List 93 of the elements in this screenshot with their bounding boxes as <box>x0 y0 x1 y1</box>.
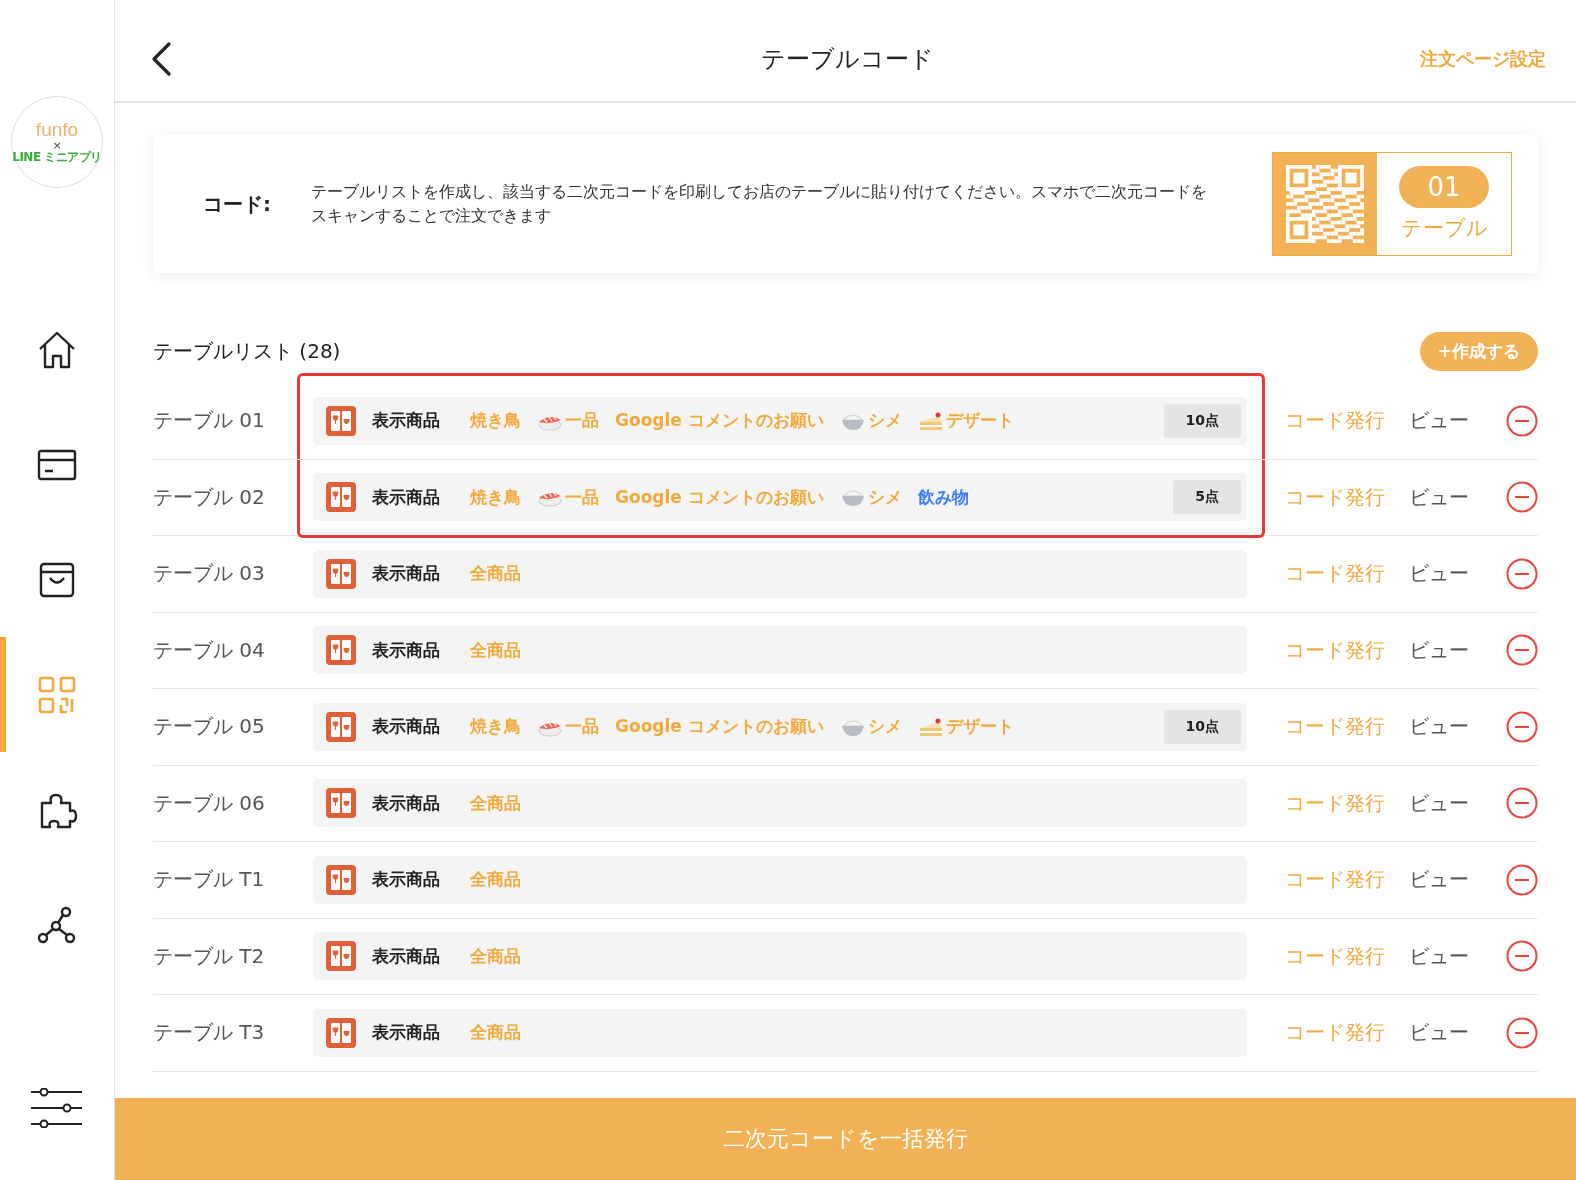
category-tag: 全商品 <box>470 944 521 968</box>
category-tag: 一品 <box>537 485 599 509</box>
products-bar[interactable]: 表示商品 焼き鳥 一品 Google コメントのお願い シメ デザート 10点 <box>313 396 1247 445</box>
remove-icon[interactable] <box>1506 634 1538 667</box>
category-tag: Google コメントのお願い <box>615 485 824 509</box>
view-link[interactable]: ビュー <box>1409 407 1469 435</box>
table-number-pill: 01 <box>1399 166 1489 208</box>
category-tag: シメ <box>839 485 902 509</box>
display-products-label: 表示商品 <box>372 944 440 968</box>
table-name: テーブル 05 <box>153 713 266 741</box>
display-products-label: 表示商品 <box>372 868 440 892</box>
display-products-label: 表示商品 <box>372 791 440 815</box>
table-name: テーブル T2 <box>153 942 266 970</box>
category-tag: 一品 <box>537 715 599 739</box>
view-link[interactable]: ビュー <box>1409 866 1469 894</box>
food-drink-icon <box>326 558 356 589</box>
display-products-label: 表示商品 <box>372 409 440 433</box>
category-tag: 焼き鳥 <box>470 409 521 433</box>
remove-icon[interactable] <box>1506 787 1538 820</box>
table-name: テーブル 06 <box>153 789 266 817</box>
page-title: テーブルコード <box>761 43 934 75</box>
table-name: テーブル T1 <box>153 866 266 894</box>
category-tag: 全商品 <box>470 791 521 815</box>
logo-partner-text: LINE ミニアプリ <box>12 151 102 165</box>
category-tag: 全商品 <box>470 638 521 662</box>
table-list-title: テーブルリスト (28) <box>153 337 341 365</box>
settings-item[interactable] <box>30 1088 84 1128</box>
category-tag: 焼き鳥 <box>470 715 521 739</box>
category-tag: 焼き鳥 <box>470 485 521 509</box>
products-bar[interactable]: 表示商品 全商品 <box>313 1008 1247 1057</box>
remove-icon[interactable] <box>1506 940 1538 973</box>
remove-icon[interactable] <box>1506 557 1538 590</box>
remove-icon[interactable] <box>1506 404 1538 437</box>
category-tag: 全商品 <box>470 1021 521 1045</box>
food-drink-icon <box>326 788 356 819</box>
remove-icon[interactable] <box>1506 1016 1538 1049</box>
category-tag: シメ <box>839 715 902 739</box>
category-tag: Google コメントのお願い <box>615 715 824 739</box>
view-link[interactable]: ビュー <box>1409 560 1469 588</box>
view-link[interactable]: ビュー <box>1409 1019 1469 1047</box>
products-bar[interactable]: 表示商品 全商品 <box>313 779 1247 828</box>
display-products-label: 表示商品 <box>372 638 440 662</box>
view-link[interactable]: ビュー <box>1409 483 1469 511</box>
view-link[interactable]: ビュー <box>1409 636 1469 664</box>
settings-icon <box>30 1088 84 1128</box>
item-count-badge: 10点 <box>1163 403 1241 438</box>
food-drink-icon <box>326 864 356 895</box>
category-tag: デザート <box>917 715 1014 739</box>
qr-code-icon <box>37 674 77 715</box>
food-drink-icon <box>326 635 356 666</box>
category-tag: Google コメントのお願い <box>615 409 824 433</box>
bag-icon <box>38 560 76 599</box>
display-products-label: 表示商品 <box>372 485 440 509</box>
products-bar[interactable]: 表示商品 全商品 <box>313 932 1247 981</box>
code-label: コード: <box>203 190 272 218</box>
view-link[interactable]: ビュー <box>1409 713 1469 741</box>
category-tag: 全商品 <box>470 868 521 892</box>
category-tag: デザート <box>917 409 1014 433</box>
table-caption: テーブル <box>1400 215 1488 242</box>
logo-brand-text: funfo <box>35 119 79 140</box>
category-tag: 一品 <box>537 409 599 433</box>
food-drink-icon <box>326 1017 356 1048</box>
products-bar[interactable]: 表示商品 全商品 <box>313 855 1247 904</box>
display-products-label: 表示商品 <box>372 562 440 586</box>
item-count-badge: 10点 <box>1163 709 1241 744</box>
category-tag: 全商品 <box>470 562 521 586</box>
code-description: テーブルリストを作成し、該当する二次元コードを印刷してお店のテーブルに貼り付けてください。スマホで二次元コードをスキャンすることで注文できます <box>311 181 1208 227</box>
qr-code-icon <box>1286 165 1364 243</box>
products-bar[interactable]: 表示商品 全商品 <box>313 626 1247 675</box>
remove-icon[interactable] <box>1506 863 1538 896</box>
table-name: テーブル 03 <box>153 560 266 588</box>
card-icon <box>37 447 77 482</box>
remove-icon[interactable] <box>1506 710 1538 743</box>
item-count-badge: 5点 <box>1173 480 1241 515</box>
food-drink-icon <box>326 482 356 513</box>
table-name: テーブル T3 <box>153 1019 266 1047</box>
view-link[interactable]: ビュー <box>1409 789 1469 817</box>
food-drink-icon <box>326 711 356 742</box>
logo-cross-text: × <box>52 139 62 152</box>
table-name: テーブル 02 <box>153 483 266 511</box>
products-bar[interactable]: 表示商品 全商品 <box>313 549 1247 598</box>
category-tag: シメ <box>839 409 902 433</box>
food-drink-icon <box>326 405 356 436</box>
products-bar[interactable]: 表示商品 焼き鳥 一品 Google コメントのお願い シメ 飲み物 5点 <box>313 473 1247 522</box>
display-products-label: 表示商品 <box>372 715 440 739</box>
view-link[interactable]: ビュー <box>1409 942 1469 970</box>
display-products-label: 表示商品 <box>372 1021 440 1045</box>
remove-icon[interactable] <box>1506 481 1538 514</box>
food-drink-icon <box>326 941 356 972</box>
products-bar[interactable]: 表示商品 焼き鳥 一品 Google コメントのお願い シメ デザート 10点 <box>313 702 1247 751</box>
table-name: テーブル 01 <box>153 407 266 435</box>
category-tag: 飲み物 <box>917 485 969 509</box>
table-name: テーブル 04 <box>153 636 266 664</box>
